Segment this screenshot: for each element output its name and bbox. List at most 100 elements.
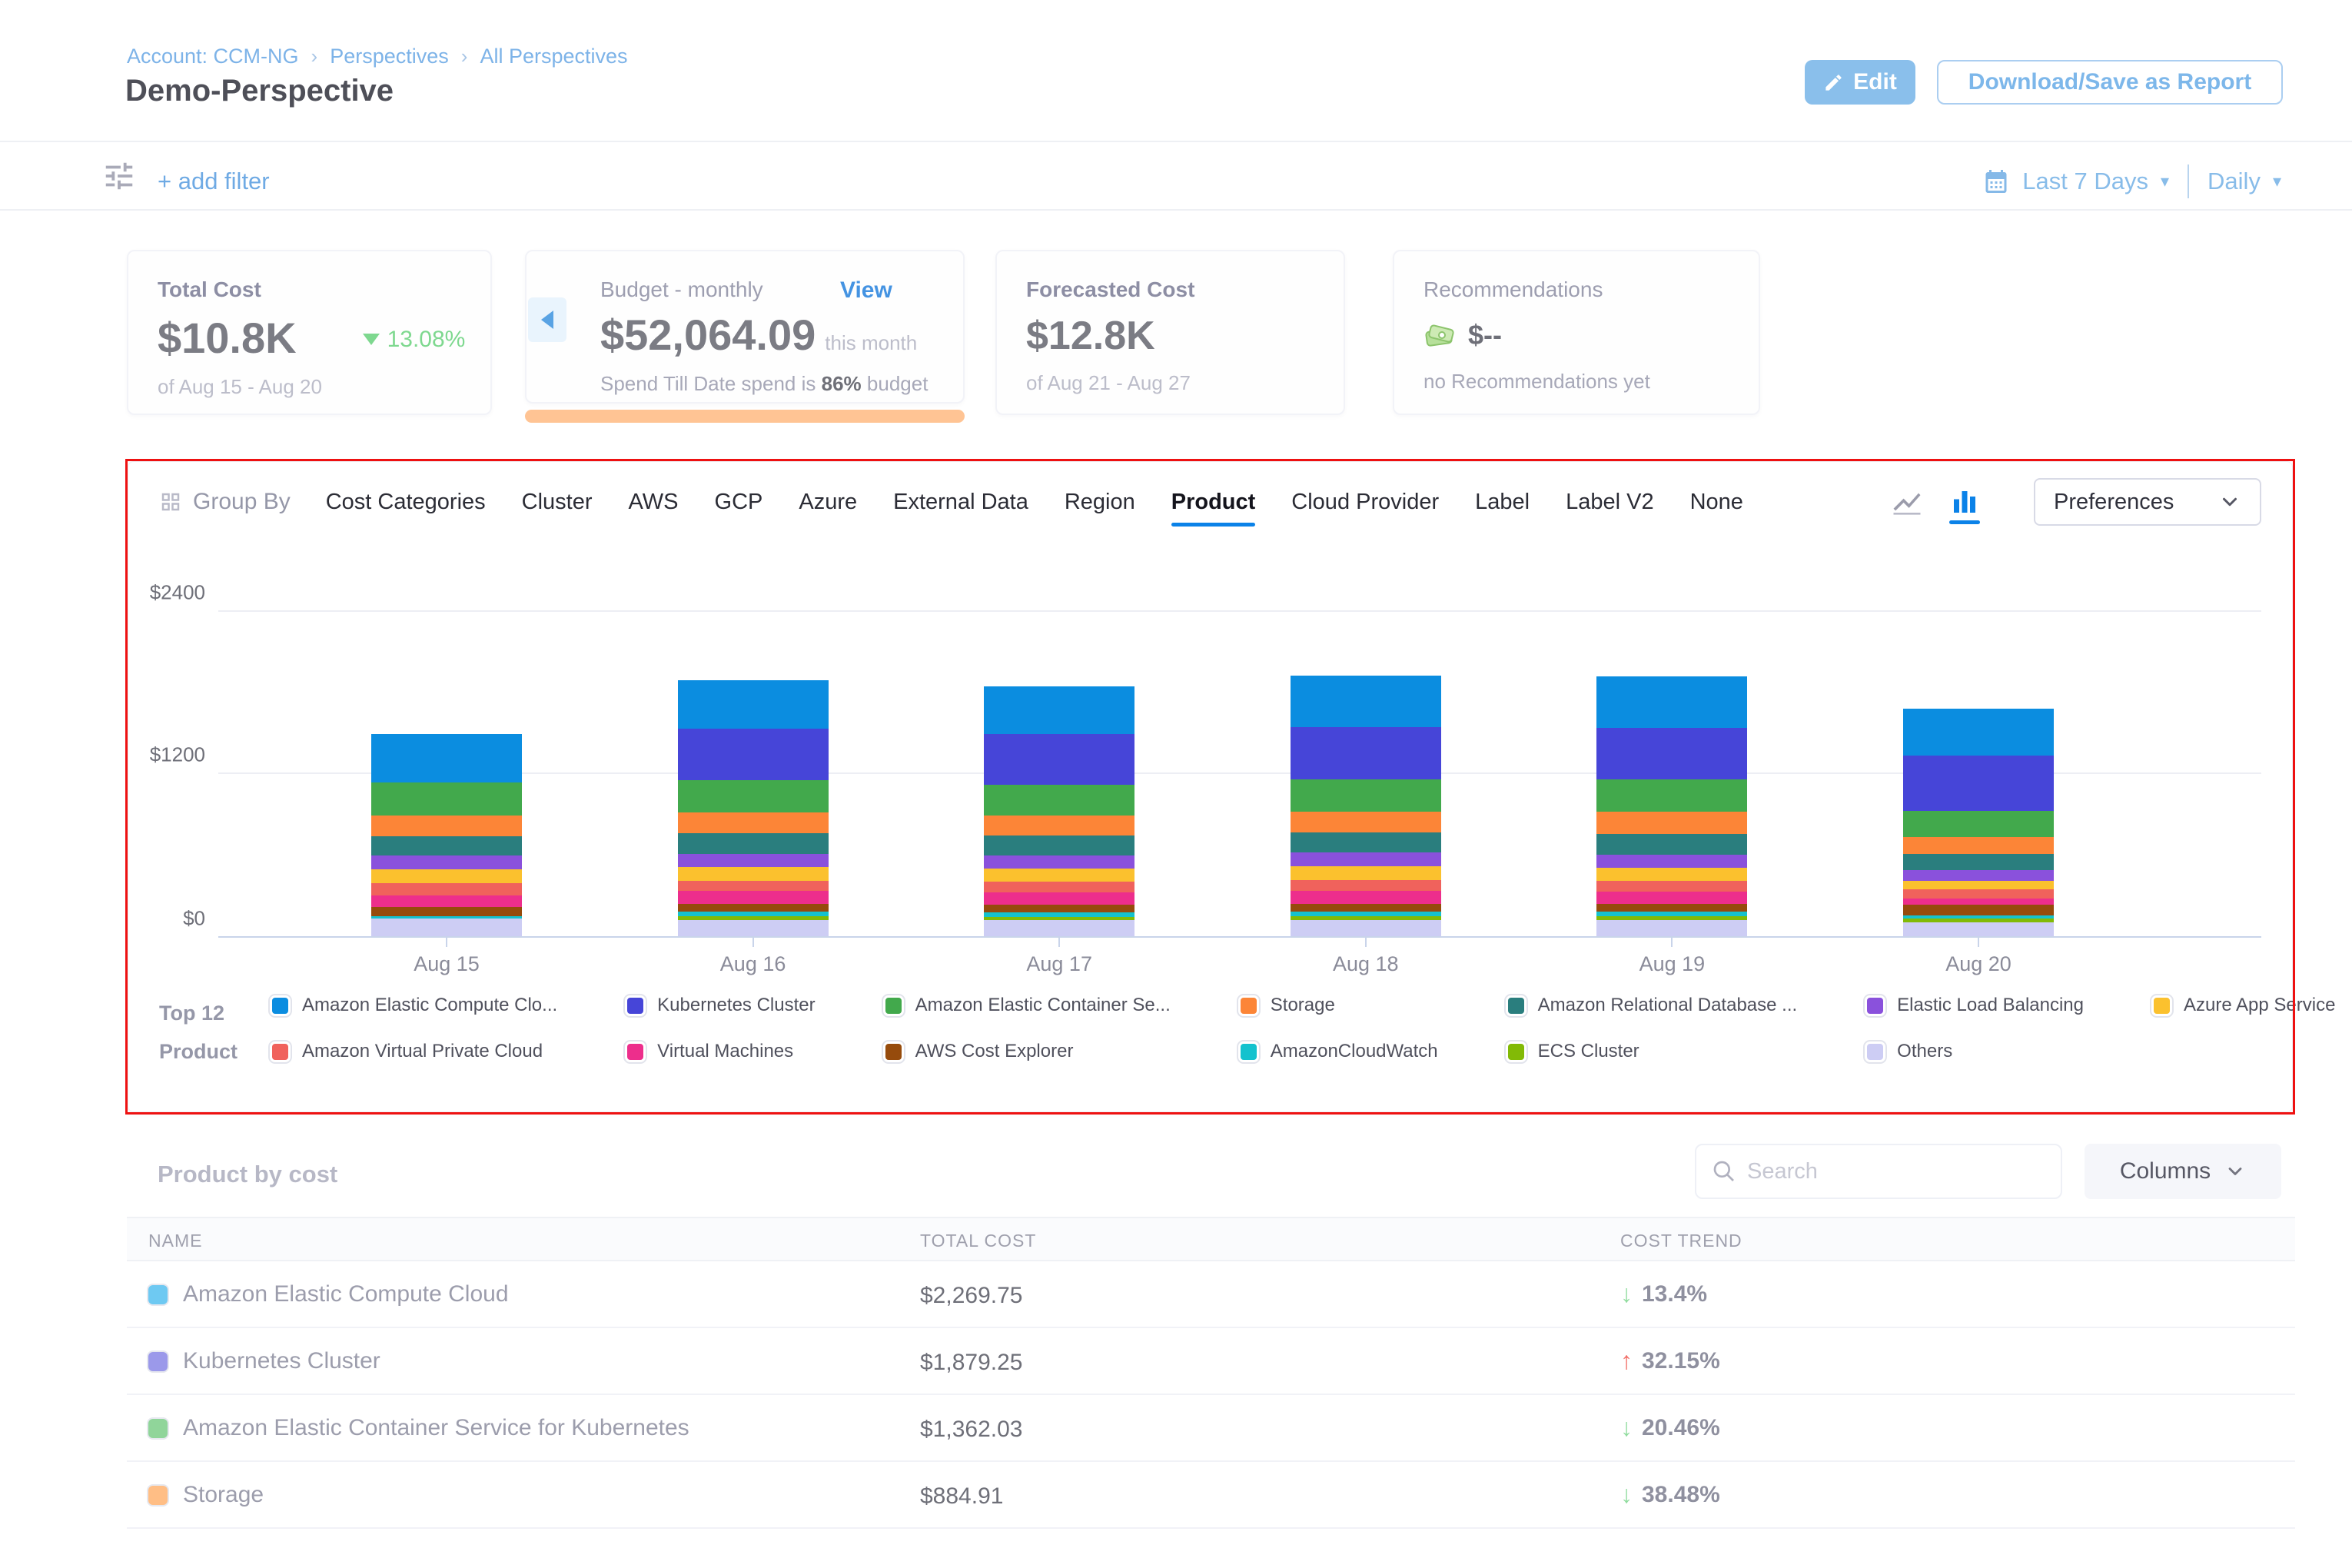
bar-segment-aws-cost-explorer[interactable] <box>984 905 1134 912</box>
bar-segment-kubernetes-cluster[interactable] <box>1903 756 2054 811</box>
stacked-bar-aug-18[interactable] <box>1291 676 1441 936</box>
legend-item-others[interactable]: Others <box>1865 1041 2084 1062</box>
bar-segment-azure-app-service[interactable] <box>371 869 522 883</box>
bar-segment-others[interactable] <box>984 920 1134 936</box>
bar-segment-amazon-virtual-private-cloud[interactable] <box>678 881 829 891</box>
bar-segment-elastic-load-balancing[interactable] <box>984 855 1134 869</box>
groupby-tab-gcp[interactable]: GCP <box>715 490 763 515</box>
bar-segment-virtual-machines[interactable] <box>1291 891 1441 904</box>
bar-segment-virtual-machines[interactable] <box>371 895 522 907</box>
filter-sliders-icon[interactable] <box>101 158 137 198</box>
table-row-kubernetes-cluster[interactable]: Kubernetes Cluster$1,879.25↑32.15% <box>127 1328 2295 1395</box>
row-name[interactable]: Amazon Elastic Container Service for Kub… <box>148 1415 689 1441</box>
bar-segment-amazon-elastic-compute-clo[interactable] <box>1903 709 2054 756</box>
legend-item-amazon-virtual-private-cloud[interactable]: Amazon Virtual Private Cloud <box>270 1041 557 1062</box>
edit-button[interactable]: Edit <box>1805 60 1915 105</box>
bar-segment-amazon-relational-database[interactable] <box>1596 834 1747 855</box>
granularity-dropdown[interactable]: Daily <box>2207 168 2261 195</box>
bar-segment-amazon-virtual-private-cloud[interactable] <box>1596 881 1747 892</box>
groupby-tab-aws[interactable]: AWS <box>629 490 679 515</box>
groupby-tab-cloud-provider[interactable]: Cloud Provider <box>1291 490 1439 515</box>
search-input[interactable] <box>1747 1159 2045 1184</box>
bar-segment-amazon-elastic-compute-clo[interactable] <box>371 734 522 782</box>
bar-segment-elastic-load-balancing[interactable] <box>1903 870 2054 881</box>
bar-segment-amazon-virtual-private-cloud[interactable] <box>1291 880 1441 891</box>
bar-segment-aws-cost-explorer[interactable] <box>1291 904 1441 912</box>
budget-view-link[interactable]: View <box>840 277 892 304</box>
bar-segment-virtual-machines[interactable] <box>1596 892 1747 904</box>
bar-segment-virtual-machines[interactable] <box>1903 899 2054 905</box>
bar-segment-amazon-elastic-container-se[interactable] <box>678 780 829 812</box>
bar-segment-storage[interactable] <box>984 816 1134 835</box>
bar-segment-azure-app-service[interactable] <box>1291 866 1441 880</box>
bar-segment-aws-cost-explorer[interactable] <box>1596 904 1747 912</box>
stacked-bar-aug-19[interactable] <box>1596 676 1747 936</box>
bar-segment-elastic-load-balancing[interactable] <box>678 854 829 867</box>
legend-item-aws-cost-explorer[interactable]: AWS Cost Explorer <box>883 1041 1171 1062</box>
bar-segment-storage[interactable] <box>1596 812 1747 834</box>
legend-item-kubernetes-cluster[interactable]: Kubernetes Cluster <box>625 995 815 1016</box>
row-name[interactable]: Kubernetes Cluster <box>148 1348 380 1374</box>
bar-segment-aws-cost-explorer[interactable] <box>1903 905 2054 915</box>
bar-segment-amazon-relational-database[interactable] <box>984 835 1134 855</box>
bar-segment-storage[interactable] <box>1903 837 2054 854</box>
bar-segment-elastic-load-balancing[interactable] <box>1596 855 1747 868</box>
bar-segment-kubernetes-cluster[interactable] <box>1291 727 1441 779</box>
groupby-tab-cost-categories[interactable]: Cost Categories <box>326 490 486 515</box>
groupby-tab-azure[interactable]: Azure <box>799 490 857 515</box>
column-header-cost-trend[interactable]: COST TREND <box>1620 1231 1742 1251</box>
legend-item-azure-app-service[interactable]: Azure App Service <box>2151 995 2335 1016</box>
bar-segment-amazon-elastic-container-se[interactable] <box>1291 779 1441 812</box>
stacked-bar-aug-16[interactable] <box>678 680 829 936</box>
groupby-tab-none[interactable]: None <box>1690 490 1743 515</box>
bar-segment-virtual-machines[interactable] <box>984 892 1134 905</box>
table-row-amazon-elastic-compute-cloud[interactable]: Amazon Elastic Compute Cloud$2,269.75↓13… <box>127 1261 2295 1328</box>
bar-segment-elastic-load-balancing[interactable] <box>1291 852 1441 865</box>
stacked-bar-aug-15[interactable] <box>371 734 522 936</box>
bar-segment-aws-cost-explorer[interactable] <box>371 907 522 916</box>
bar-segment-storage[interactable] <box>678 812 829 833</box>
groupby-tab-product[interactable]: Product <box>1171 490 1256 515</box>
table-row-storage[interactable]: Storage$884.91↓38.48% <box>127 1462 2295 1529</box>
bar-segment-azure-app-service[interactable] <box>984 869 1134 882</box>
row-name[interactable]: Storage <box>148 1482 264 1508</box>
table-row-amazon-elastic-container-service-for-kubernetes[interactable]: Amazon Elastic Container Service for Kub… <box>127 1395 2295 1462</box>
legend-item-ecs-cluster[interactable]: ECS Cluster <box>1506 1041 1798 1062</box>
bar-segment-azure-app-service[interactable] <box>1596 868 1747 881</box>
download-save-report-button[interactable]: Download/Save as Report <box>1937 60 2283 105</box>
bar-segment-others[interactable] <box>678 920 829 936</box>
bar-segment-amazon-relational-database[interactable] <box>678 833 829 854</box>
bar-segment-amazon-elastic-compute-clo[interactable] <box>1291 676 1441 727</box>
groupby-tab-label[interactable]: Label <box>1475 490 1530 515</box>
legend-item-amazoncloudwatch[interactable]: AmazonCloudWatch <box>1238 1041 1438 1062</box>
bar-segment-amazon-elastic-container-se[interactable] <box>371 782 522 816</box>
bar-segment-kubernetes-cluster[interactable] <box>984 734 1134 785</box>
bar-segment-elastic-load-balancing[interactable] <box>371 855 522 869</box>
bar-segment-others[interactable] <box>1596 920 1747 936</box>
bar-segment-kubernetes-cluster[interactable] <box>678 729 829 780</box>
groupby-tab-label-v2[interactable]: Label V2 <box>1566 490 1654 515</box>
bar-segment-others[interactable] <box>1291 920 1441 936</box>
chevron-down-icon[interactable]: ▾ <box>2161 171 2169 191</box>
bar-segment-amazon-elastic-container-se[interactable] <box>984 785 1134 816</box>
bar-segment-amazon-virtual-private-cloud[interactable] <box>371 883 522 895</box>
groupby-tab-region[interactable]: Region <box>1065 490 1135 515</box>
card-prev-arrow-button[interactable] <box>528 297 566 342</box>
bar-chart-icon[interactable] <box>1948 486 1982 518</box>
legend-item-virtual-machines[interactable]: Virtual Machines <box>625 1041 815 1062</box>
bar-segment-azure-app-service[interactable] <box>678 867 829 881</box>
stacked-bar-aug-20[interactable] <box>1903 709 2054 936</box>
date-range-dropdown[interactable]: Last 7 Days <box>2022 168 2148 195</box>
legend-item-amazon-elastic-compute-clo[interactable]: Amazon Elastic Compute Clo... <box>270 995 557 1016</box>
bar-segment-amazon-elastic-compute-clo[interactable] <box>1596 676 1747 728</box>
bar-segment-amazon-elastic-container-se[interactable] <box>1903 811 2054 837</box>
bar-segment-others[interactable] <box>371 919 522 936</box>
stacked-bar-aug-17[interactable] <box>984 686 1134 936</box>
groupby-tab-cluster[interactable]: Cluster <box>522 490 593 515</box>
bar-segment-amazon-virtual-private-cloud[interactable] <box>1903 889 2054 899</box>
chevron-down-icon[interactable]: ▾ <box>2273 171 2281 191</box>
bar-segment-aws-cost-explorer[interactable] <box>678 904 829 911</box>
bar-segment-kubernetes-cluster[interactable] <box>1596 728 1747 779</box>
bar-segment-amazon-elastic-compute-clo[interactable] <box>984 686 1134 734</box>
bar-segment-amazon-relational-database[interactable] <box>1291 832 1441 853</box>
